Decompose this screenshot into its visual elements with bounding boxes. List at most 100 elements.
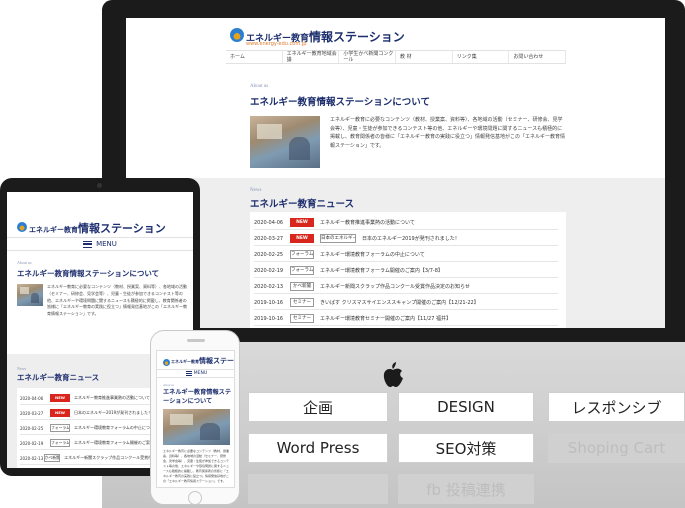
news-row[interactable]: 2019-10-16 セミナー エネルギー環境教育セミナー開催のご案内【11/27 … bbox=[254, 312, 558, 326]
news-row[interactable]: 2020-03-27 NEW 日本のエネルギー 日本のエネルギー2019が発刊されまし… bbox=[254, 232, 558, 246]
about-body: エネルギー教育に必要なコンテンツ（教材、授業案、資料等）、各地域の活動（セミナー… bbox=[47, 284, 187, 317]
news-row[interactable]: 2020-02-25 フォーラム エネルギー環境教育フォーラムの中止について bbox=[254, 248, 558, 262]
menu-button[interactable]: MENU bbox=[157, 369, 234, 378]
news-category: 日本のエネルギー bbox=[320, 234, 356, 243]
apple-logo-icon bbox=[383, 362, 403, 387]
news-row[interactable]: 2020-02-13 かべ新聞 エネルギー新聞スクラップ作品コンクール受賞作品決定の… bbox=[254, 280, 558, 294]
about-tag: About us bbox=[163, 383, 174, 387]
news-title: エネルギー教育ニュース bbox=[17, 373, 100, 382]
about-tag: About us bbox=[17, 260, 32, 265]
camera-icon bbox=[97, 183, 102, 188]
news-date: 2020-02-19 bbox=[254, 267, 284, 274]
news-title-text: エネルギー教育推進事業熱の活動について bbox=[74, 395, 150, 400]
desktop-site: エネルギー教育情報ステーション www.energy-edu.com.jp ホー… bbox=[126, 18, 665, 328]
news-section: News エネルギー教育ニュース 2020-04-06 NEW エネルギー教育推進事… bbox=[126, 178, 665, 328]
feature-shopping-cart: Shoping Cart bbox=[548, 433, 685, 463]
logo-main: 情報ステーション bbox=[78, 222, 166, 235]
news-list: 2020-04-06 NEW エネルギー教育推進事業熱の活動について 2020-03… bbox=[250, 212, 566, 328]
about-section: About us エネルギー教育情報ステーションについて エネルギー教育に必要な… bbox=[126, 74, 665, 178]
nav-contact[interactable]: お問い合わせ bbox=[509, 51, 567, 63]
news-row[interactable]: 2020-02-19 フォーラム エネルギー環境教育フォーラム開催のご案内【3/7-… bbox=[254, 264, 558, 278]
news-title-text: エネルギー環境教育セミナー開催のご案内【11/27 福井】 bbox=[320, 316, 452, 322]
news-title-text: エネルギー新聞スクラップ作品コンクール受賞作品決定のお知らせ bbox=[320, 284, 470, 290]
logo-icon bbox=[230, 28, 244, 42]
news-tag-label: かべ新聞 bbox=[290, 282, 314, 291]
about-tag: About us bbox=[250, 84, 269, 89]
news-tag-label: フォーラム bbox=[50, 424, 70, 432]
logo-main: 情報ステーション bbox=[199, 357, 234, 365]
about-title: エネルギー教育情報ステーションについて bbox=[250, 97, 431, 108]
news-title-text: 日本のエネルギー2019が発刊されました！ bbox=[74, 410, 153, 415]
news-tag-label: NEW bbox=[290, 234, 314, 243]
site-logo[interactable]: エネルギー教育情報ステーション bbox=[171, 356, 234, 366]
logo-main: 情報ステーション bbox=[309, 30, 405, 44]
menu-label: MENU bbox=[193, 371, 208, 376]
news-date: 2020-02-25 bbox=[20, 425, 44, 431]
feature-empty-slot bbox=[248, 474, 388, 504]
menu-label: MENU bbox=[96, 240, 117, 248]
logo-prefix: エネルギー教育 bbox=[171, 359, 199, 364]
news-date: 2020-02-25 bbox=[254, 251, 284, 258]
about-body: エネルギー教育に必要なコンテンツ（教材、授業案、資料等）、各地域の活動（セミナー… bbox=[163, 449, 230, 483]
news-tag: News bbox=[17, 366, 27, 371]
news-title-text: エネルギー環境教育フォーラムの中止について bbox=[74, 425, 158, 430]
news-title-text: エネルギー教育推進事業熱の活動について bbox=[320, 220, 415, 226]
feature-wordpress: Word Press bbox=[248, 433, 388, 463]
news-tag-label: NEW bbox=[50, 394, 70, 402]
nav-materials[interactable]: 教 材 bbox=[396, 51, 453, 63]
news-tag-label: フォーラム bbox=[290, 250, 314, 259]
classroom-photo bbox=[163, 409, 230, 445]
news-date: 2020-04-06 bbox=[20, 395, 44, 401]
logo-icon bbox=[163, 359, 170, 366]
news-tag-label: NEW bbox=[50, 409, 70, 417]
news-date: 2020-02-13 bbox=[254, 283, 284, 290]
menu-button[interactable]: MENU bbox=[7, 237, 193, 251]
mobile-site: エネルギー教育情報ステーション MENU About us エネルギー教育情報ス… bbox=[156, 350, 235, 488]
nav-home[interactable]: ホーム bbox=[226, 51, 283, 63]
nav-links[interactable]: リンク集 bbox=[453, 51, 510, 63]
news-tag-label: フォーラム bbox=[290, 266, 314, 275]
news-date: 2020-03-27 bbox=[20, 410, 44, 416]
news-title-text: エネルギー環境教育フォーラムの中止について bbox=[320, 252, 425, 258]
news-date: 2020-02-13 bbox=[20, 455, 44, 461]
about-title: エネルギー教育情報ステーションについて bbox=[163, 389, 232, 405]
news-tag-label: セミナー bbox=[290, 298, 314, 307]
about-body: エネルギー教育に必要なコンテンツ（教材、授業案、資料等）、各地域の活動（セミナー… bbox=[330, 117, 566, 149]
news-row[interactable]: 2020-04-06 NEW エネルギー教育推進事業熱の活動について bbox=[254, 216, 558, 230]
news-title-text: きいばす クリスマスサイエンススキャンプ開催のご案内【12/21-22】 bbox=[320, 300, 479, 306]
nav-regional-meeting[interactable]: エネルギー教育地域会議 bbox=[283, 51, 340, 63]
news-row[interactable]: 2019-10-16 セミナー きいばす クリスマスサイエンススキャンプ開催のご案内… bbox=[254, 296, 558, 310]
home-button-icon bbox=[188, 491, 202, 505]
iphone-device: エネルギー教育情報ステーション MENU About us エネルギー教育情報ス… bbox=[150, 330, 240, 505]
logo-prefix: エネルギー教育 bbox=[29, 226, 78, 234]
logo-icon bbox=[17, 222, 27, 232]
news-tag-label: NEW bbox=[290, 218, 314, 227]
global-nav: ホーム エネルギー教育地域会議 小学生かべ新聞コンクール 教 材 リンク集 お問… bbox=[226, 50, 567, 64]
news-tag: News bbox=[250, 188, 262, 193]
hamburger-icon bbox=[83, 240, 93, 248]
feature-seo: SEO対策 bbox=[398, 433, 534, 463]
classroom-photo bbox=[17, 284, 43, 306]
news-date: 2020-03-27 bbox=[254, 235, 284, 242]
news-tag-label: かべ新聞 bbox=[43, 454, 61, 462]
feature-planning: 企画 bbox=[248, 392, 388, 422]
site-header: エネルギー教育情報ステーション www.energy-edu.com.jp ホー… bbox=[126, 18, 665, 66]
news-tag-label: セミナー bbox=[290, 314, 314, 323]
hamburger-icon bbox=[185, 371, 192, 376]
news-date: 2020-02-19 bbox=[20, 440, 44, 446]
news-date: 2020-04-06 bbox=[254, 219, 284, 226]
feature-design: DESIGN bbox=[398, 392, 534, 422]
site-logo[interactable]: エネルギー教育情報ステーション bbox=[29, 220, 166, 236]
news-title: エネルギー教育ニュース bbox=[250, 199, 355, 210]
news-tag-label: フォーラム bbox=[50, 439, 70, 447]
speaker-icon bbox=[187, 339, 205, 342]
about-title: エネルギー教育情報ステーションについて bbox=[17, 269, 160, 278]
feature-responsive: レスポンシブ bbox=[548, 392, 685, 422]
logo-url: www.energy-edu.com.jp bbox=[246, 41, 307, 47]
news-date: 2019-10-16 bbox=[254, 315, 284, 322]
news-date: 2019-10-16 bbox=[254, 299, 284, 306]
news-title-text: 日本のエネルギー2019が発刊されました！ bbox=[362, 236, 460, 242]
news-title-text: エネルギー環境教育フォーラム開催のご案内【3/7-8】 bbox=[320, 268, 443, 274]
nav-wall-newspaper-contest[interactable]: 小学生かべ新聞コンクール bbox=[339, 51, 397, 63]
feature-fb-posting: fb 投稿連携 bbox=[398, 474, 534, 504]
